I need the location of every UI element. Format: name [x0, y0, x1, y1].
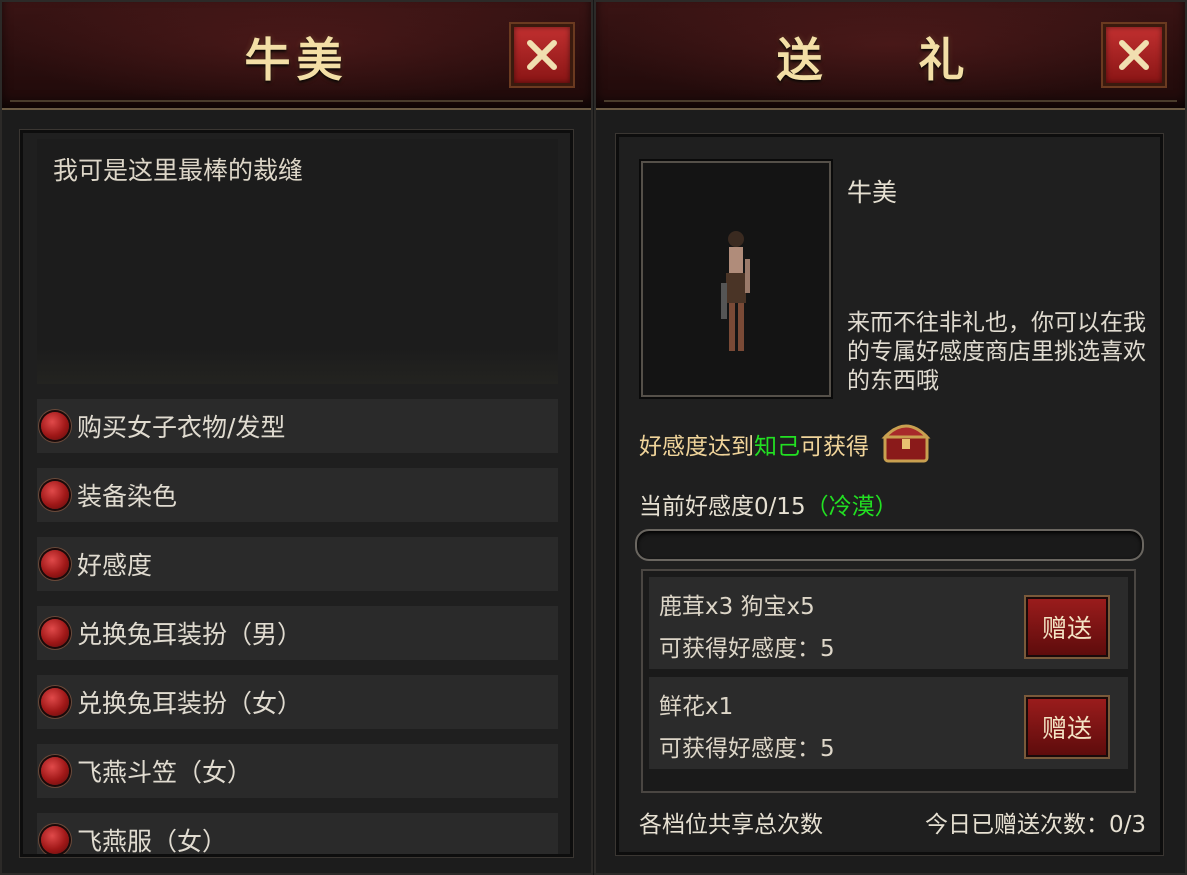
red-orb-bullet-icon	[41, 826, 69, 854]
npc-dialog-panel: 牛美 我可是这里最棒的裁缝 购买女子衣物/发型 装备染色 好感度 兑换兔耳装扮（…	[0, 0, 593, 875]
npc-description: 来而不往非礼也，你可以在我的专属好感度商店里挑选喜欢的东西哦	[847, 310, 1146, 394]
close-icon	[527, 40, 557, 70]
close-button[interactable]	[511, 24, 573, 86]
dialog-body: 我可是这里最棒的裁缝 购买女子衣物/发型 装备染色 好感度 兑换兔耳装扮（男） …	[20, 130, 573, 857]
favor-reward-line: 好感度达到知己可获得	[639, 427, 869, 461]
menu-item-label: 兑换兔耳装扮（男）	[77, 620, 303, 649]
dialog-title: 牛美	[244, 33, 349, 87]
current-favor-state: （冷漠）	[805, 494, 898, 520]
daily-gift-count: 今日已赠送次数：0/3	[924, 812, 1146, 838]
gift-row: 鲜花x1 可获得好感度：5 赠送	[649, 677, 1128, 769]
gift-header: 送 礼	[596, 2, 1185, 110]
menu-item-label: 装备染色	[77, 482, 178, 511]
current-favor-label: 当前好感度0/15	[639, 494, 806, 520]
gift-row: 鹿茸x3 狗宝x5 可获得好感度：5 赠送	[649, 577, 1128, 669]
dialog-header: 牛美	[2, 2, 591, 110]
menu-item-favor[interactable]: 好感度	[37, 537, 558, 591]
menu-item-swallow-hat[interactable]: 飞燕斗笠（女）	[37, 744, 558, 798]
red-orb-bullet-icon	[41, 688, 69, 716]
favor-level: 知己	[754, 434, 800, 460]
menu-item-label: 飞燕斗笠（女）	[77, 758, 253, 787]
red-orb-bullet-icon	[41, 481, 69, 509]
gift-body: 牛美 来而不往非礼也，你可以在我的专属好感度商店里挑选喜欢的东西哦 好感度达到知…	[616, 134, 1163, 855]
menu-item-label: 飞燕服（女）	[77, 827, 228, 854]
red-orb-bullet-icon	[41, 757, 69, 785]
gift-list: 鹿茸x3 狗宝x5 可获得好感度：5 赠送 鲜花x1 可获得好感度：5 赠送	[641, 569, 1136, 793]
treasure-chest-icon[interactable]	[879, 415, 933, 467]
red-orb-bullet-icon	[41, 619, 69, 647]
give-gift-button[interactable]: 赠送	[1026, 597, 1108, 657]
gift-panel: 送 礼 牛美 来而不往非礼也，你可以在我的专属好感度商店里挑选喜欢的东西哦 好感…	[594, 0, 1187, 875]
give-gift-button[interactable]: 赠送	[1026, 697, 1108, 757]
menu-item-label: 好感度	[77, 551, 153, 580]
close-icon	[1119, 40, 1149, 70]
favor-prefix: 好感度达到	[639, 434, 754, 460]
npc-name: 牛美	[847, 178, 898, 207]
menu-item-buy-clothes[interactable]: 购买女子衣物/发型	[37, 399, 558, 453]
menu-list[interactable]: 购买女子衣物/发型 装备染色 好感度 兑换兔耳装扮（男） 兑换兔耳装扮（女） 飞…	[23, 133, 570, 854]
menu-item-bunny-male[interactable]: 兑换兔耳装扮（男）	[37, 606, 558, 660]
close-button[interactable]	[1103, 24, 1165, 86]
favor-suffix: 可获得	[800, 434, 869, 460]
gift-items: 鹿茸x3 狗宝x5	[659, 594, 815, 620]
npc-portrait	[641, 161, 831, 397]
npc-portrait-figure	[721, 231, 750, 351]
shared-count-label: 各档位共享总次数	[639, 812, 823, 838]
current-favor: 当前好感度0/15（冷漠）	[639, 487, 898, 521]
favor-progress-bar	[635, 529, 1144, 561]
menu-item-label: 兑换兔耳装扮（女）	[77, 689, 303, 718]
gift-gain: 可获得好感度：5	[659, 736, 835, 762]
red-orb-bullet-icon	[41, 412, 69, 440]
gift-gain: 可获得好感度：5	[659, 636, 835, 662]
gift-title: 送 礼	[776, 33, 1005, 87]
red-orb-bullet-icon	[41, 550, 69, 578]
menu-item-swallow-suit[interactable]: 飞燕服（女）	[37, 813, 558, 854]
menu-item-dye[interactable]: 装备染色	[37, 468, 558, 522]
menu-item-label: 购买女子衣物/发型	[77, 413, 286, 442]
gift-items: 鲜花x1	[659, 694, 734, 720]
menu-item-bunny-female[interactable]: 兑换兔耳装扮（女）	[37, 675, 558, 729]
